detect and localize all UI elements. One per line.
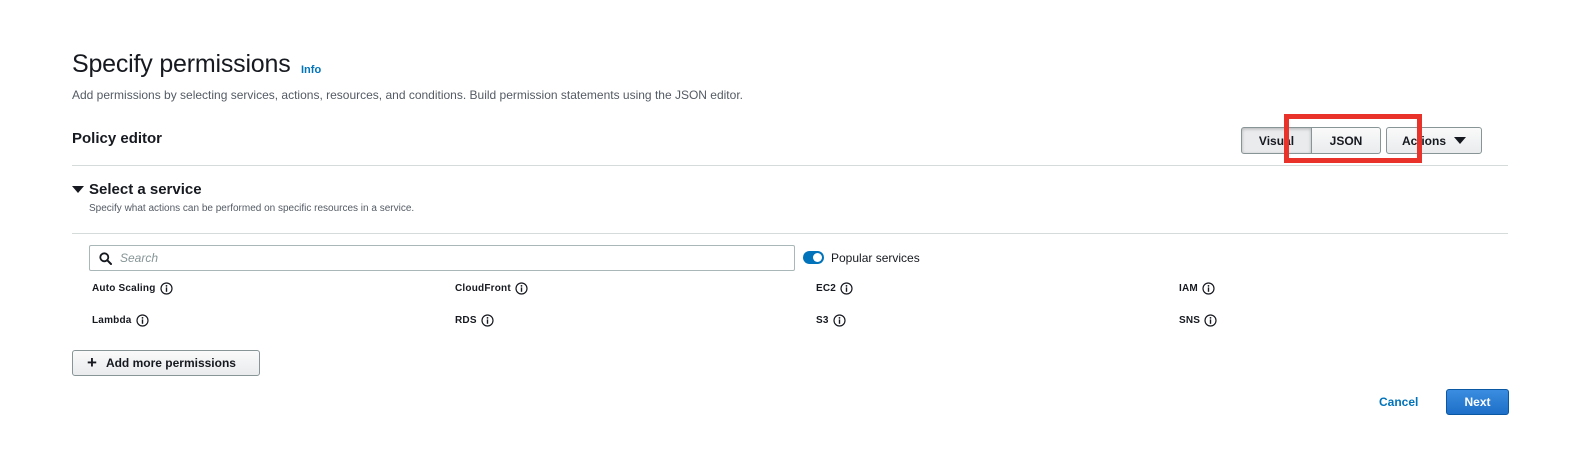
popular-services-label: Popular services (831, 251, 920, 265)
plus-icon: + (87, 352, 97, 372)
add-more-permissions-button[interactable]: + Add more permissions (72, 350, 260, 376)
service-name: IAM (1179, 283, 1198, 294)
info-circle-icon[interactable] (1202, 282, 1215, 295)
service-name: SNS (1179, 315, 1201, 326)
service-item: RDS (455, 314, 494, 327)
search-icon (99, 251, 112, 265)
caret-down-icon (1454, 137, 1466, 144)
service-name: Auto Scaling (92, 283, 156, 294)
divider (72, 233, 1508, 234)
service-name: EC2 (816, 283, 837, 294)
actions-dropdown-button[interactable]: Actions (1386, 127, 1482, 154)
service-item: IAM (1179, 282, 1215, 295)
service-item: EC2 (816, 282, 853, 295)
service-search-input[interactable] (120, 251, 770, 265)
info-circle-icon[interactable] (840, 282, 853, 295)
add-more-permissions-label: Add more permissions (105, 356, 236, 370)
next-button[interactable]: Next (1446, 389, 1509, 415)
info-circle-icon[interactable] (1204, 314, 1217, 327)
service-name: RDS (455, 315, 477, 326)
info-circle-icon[interactable] (135, 314, 149, 327)
toggle-knob (813, 253, 822, 262)
service-name: CloudFront (455, 283, 511, 294)
divider (72, 165, 1508, 166)
service-item: SNS (1179, 314, 1217, 327)
service-item: Lambda (92, 314, 149, 327)
info-circle-icon[interactable] (481, 314, 494, 327)
json-tab-button[interactable]: JSON (1312, 127, 1381, 154)
search-box (89, 245, 795, 271)
service-name: Lambda (92, 315, 132, 326)
info-link[interactable]: Info (301, 64, 321, 76)
service-item: S3 (816, 314, 846, 327)
actions-label: Actions (1401, 133, 1446, 148)
policy-editor-title: Policy editor (72, 130, 163, 147)
page-title: Specify permissions (72, 50, 291, 78)
section-description: Specify what actions can be performed on… (89, 203, 415, 214)
editor-mode-toggle: Visual JSON (1241, 127, 1381, 154)
visual-tab-button[interactable]: Visual (1241, 127, 1312, 154)
page-description: Add permissions by selecting services, a… (72, 88, 743, 102)
service-item: Auto Scaling (92, 282, 173, 295)
cancel-button[interactable]: Cancel (1379, 395, 1418, 409)
info-circle-icon[interactable] (159, 282, 173, 295)
service-name: S3 (816, 315, 829, 326)
info-circle-icon[interactable] (833, 314, 846, 327)
section-title: Select a service (89, 181, 202, 198)
service-item: CloudFront (455, 282, 528, 295)
collapse-caret-icon[interactable] (72, 186, 84, 193)
popular-services-toggle[interactable] (803, 251, 824, 264)
info-circle-icon[interactable] (515, 282, 528, 295)
